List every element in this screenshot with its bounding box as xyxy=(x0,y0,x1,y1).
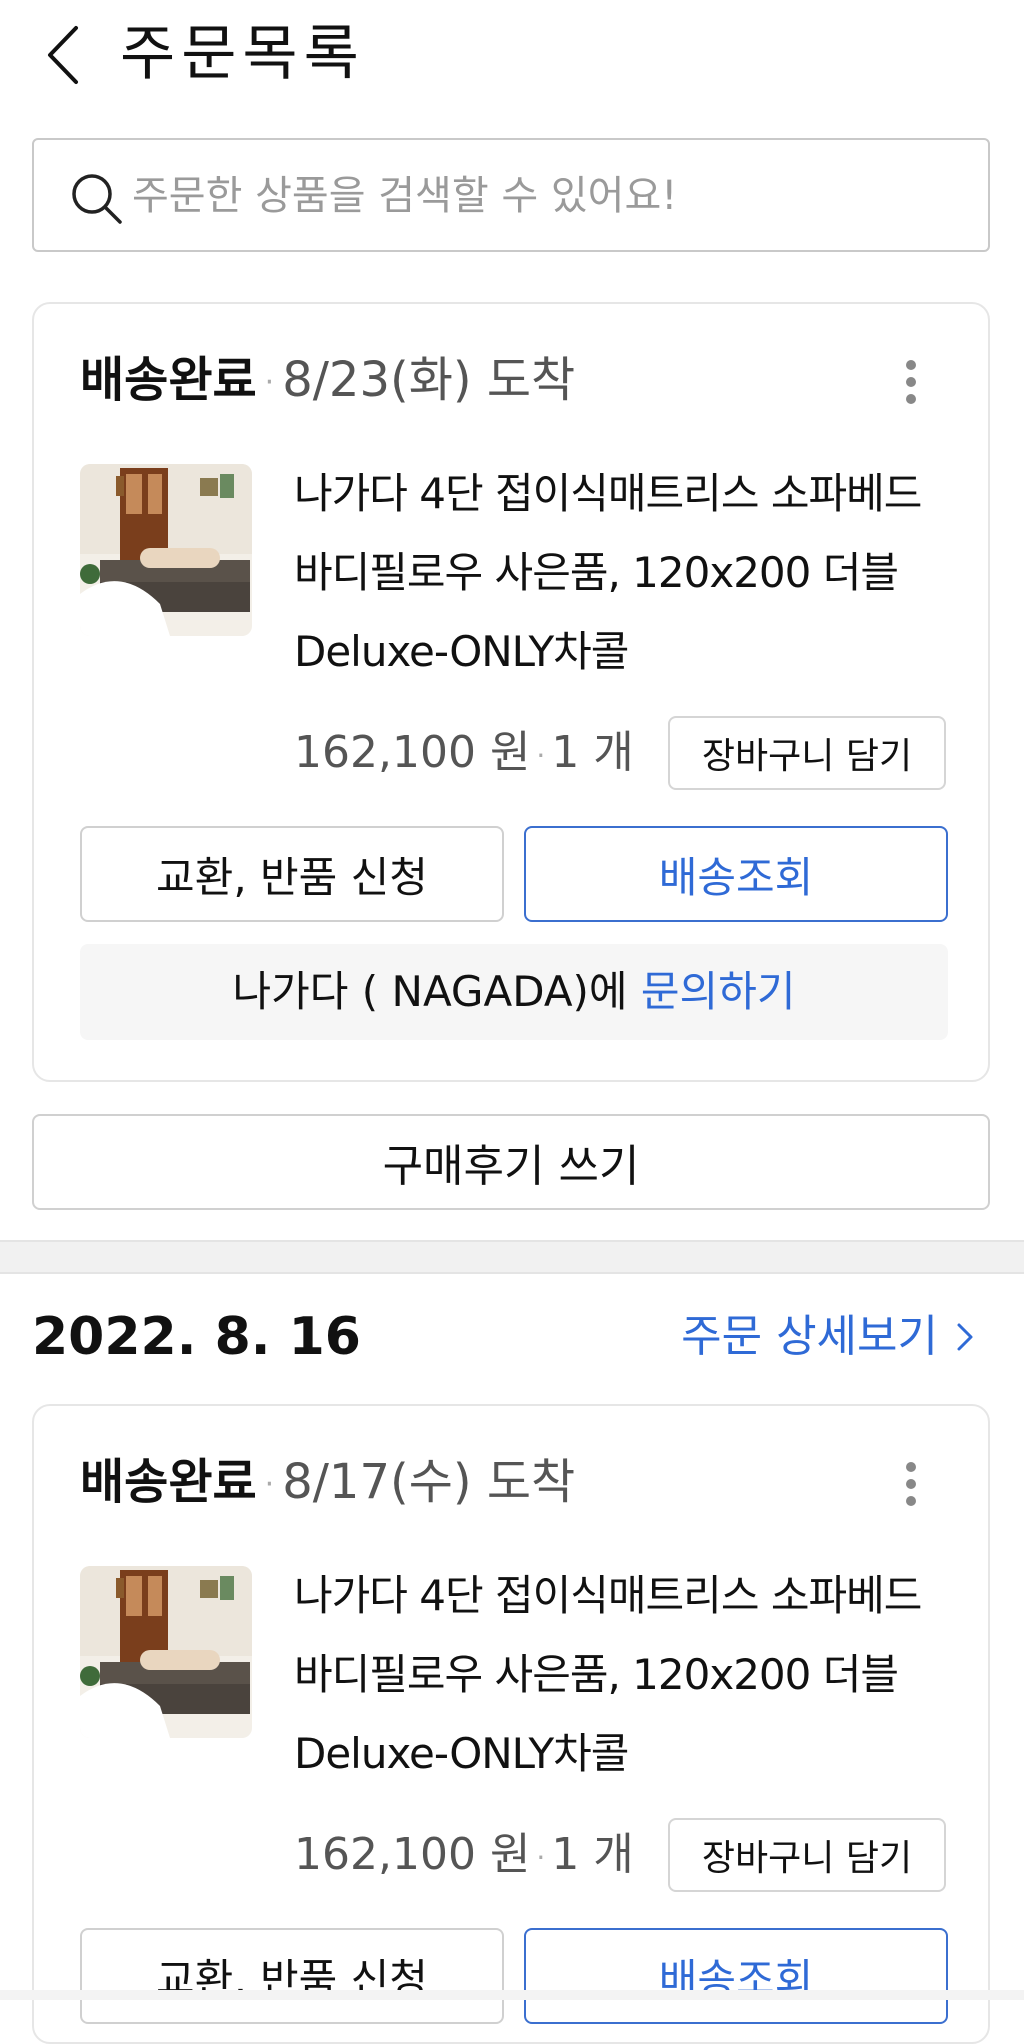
product-name[interactable]: 나가다 4단 접이식매트리스 소파베드 바디필로우 사은품, 120x200 더… xyxy=(294,1556,954,1793)
exchange-return-button[interactable]: 교환, 반품 신청 xyxy=(80,826,504,922)
quantity: 1 개 xyxy=(551,727,634,778)
header: 주문목록 xyxy=(0,0,1024,120)
status-label: 배송완료 xyxy=(80,352,257,408)
write-review-button[interactable]: 구매후기 쓰기 xyxy=(32,1114,990,1210)
status-label: 배송완료 xyxy=(80,1454,257,1510)
quantity: 1 개 xyxy=(551,1829,634,1880)
chevron-right-icon xyxy=(957,1323,973,1351)
search-icon xyxy=(72,174,122,224)
price: 162,100 원 xyxy=(294,1829,531,1880)
delivery-status: 배송완료 · 8/17(수) 도착 xyxy=(80,1452,575,1515)
search-input[interactable] xyxy=(130,162,954,230)
more-options-icon[interactable] xyxy=(904,1462,918,1510)
track-delivery-button[interactable]: 배송조회 xyxy=(524,826,948,922)
order-date: 2022. 8. 16 xyxy=(32,1307,361,1367)
chevron-left-icon xyxy=(48,26,78,84)
search-bar[interactable] xyxy=(32,138,990,252)
mattress-image-icon xyxy=(80,1566,252,1738)
price: 162,100 원 xyxy=(294,727,531,778)
product-thumbnail[interactable] xyxy=(80,464,252,636)
order-detail-link[interactable]: 주문 상세보기 xyxy=(681,1304,974,1370)
seller-inquiry: 나가다 ( NAGADA)에 문의하기 xyxy=(80,944,948,1040)
mattress-image-icon xyxy=(80,464,252,636)
section-divider xyxy=(0,1240,1024,1274)
order-detail-label: 주문 상세보기 xyxy=(681,1311,938,1362)
inquiry-link[interactable]: 문의하기 xyxy=(641,967,796,1016)
add-to-cart-button[interactable]: 장바구니 담기 xyxy=(668,716,946,790)
arrival-date: 8/17(수) 도착 xyxy=(282,1454,576,1510)
separator-dot: · xyxy=(536,1840,546,1874)
price-quantity: 162,100 원 · 1 개 xyxy=(294,1818,634,1882)
separator-dot: · xyxy=(264,1467,275,1502)
order-card: 배송완료 · 8/17(수) 도착 나가다 4단 접이식매트리스 소파베드 바디필로… xyxy=(32,1404,990,2044)
page-title: 주문목록 xyxy=(120,19,365,89)
back-button[interactable] xyxy=(40,20,90,90)
more-options-icon[interactable] xyxy=(904,360,918,408)
product-thumbnail[interactable] xyxy=(80,1566,252,1738)
bottom-edge xyxy=(0,1990,1024,2000)
product-name[interactable]: 나가다 4단 접이식매트리스 소파베드 바디필로우 사은품, 120x200 더… xyxy=(294,454,954,691)
exchange-return-button[interactable]: 교환, 반품 신청 xyxy=(80,1928,504,2024)
add-to-cart-button[interactable]: 장바구니 담기 xyxy=(668,1818,946,1892)
price-quantity: 162,100 원 · 1 개 xyxy=(294,716,634,780)
separator-dot: · xyxy=(264,365,275,400)
delivery-status: 배송완료 · 8/23(화) 도착 xyxy=(80,350,575,413)
track-delivery-button[interactable]: 배송조회 xyxy=(524,1928,948,2024)
arrival-date: 8/23(화) 도착 xyxy=(282,352,576,408)
separator-dot: · xyxy=(536,738,546,772)
seller-name: 나가다 ( NAGADA)에 xyxy=(232,967,641,1016)
order-card: 배송완료 · 8/23(화) 도착 나가다 4단 접이식매트리스 소파베드 바디필로… xyxy=(32,302,990,1082)
